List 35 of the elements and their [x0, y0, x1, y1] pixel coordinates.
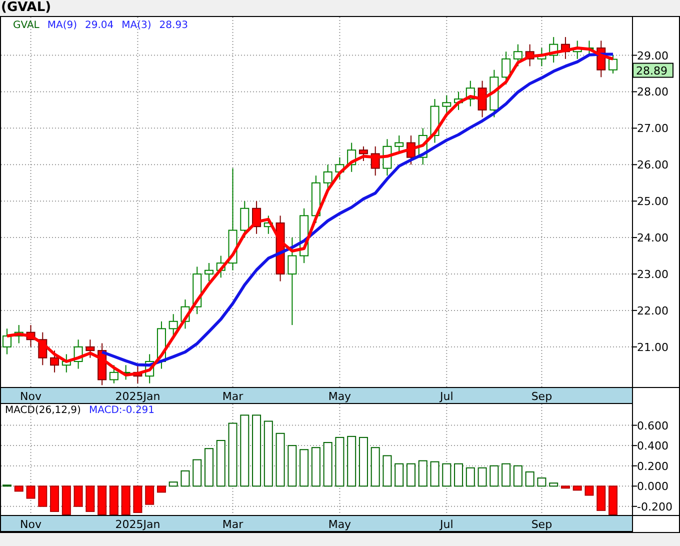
month-label: Jul [440, 518, 454, 531]
axis-label: -0.200 [637, 500, 672, 514]
axis-label: 28.00 [637, 86, 668, 99]
legend-value: 28.93 [159, 20, 188, 31]
ticker-label: GVAL [13, 20, 40, 31]
chart-title: (GVAL) [0, 0, 52, 16]
axis-label: 26.00 [637, 158, 668, 172]
axis-label: 29.00 [637, 49, 668, 62]
month-label: May [328, 518, 352, 531]
month-label: Nov [20, 518, 42, 531]
month-label: Sep [531, 390, 552, 403]
month-label: Mar [222, 518, 244, 531]
legend-value: 29.04 [85, 20, 114, 31]
axis-label: 23.00 [637, 268, 668, 281]
axis-label: 25.00 [637, 195, 668, 208]
legend-label: MA(3) [122, 20, 152, 31]
month-label: May [328, 390, 352, 403]
month-label: Sep [531, 518, 552, 531]
axis-label: 22.00 [637, 304, 668, 318]
axis-label: 0.600 [637, 419, 668, 432]
legend-value: MACD:-0.291 [88, 405, 155, 416]
axis-label: 24.00 [637, 232, 668, 245]
month-label: 2025Jan [115, 518, 160, 531]
month-label: 2025Jan [115, 390, 160, 403]
legend-label: MACD(26,12,9) [5, 405, 81, 416]
month-label: Mar [222, 390, 244, 403]
axis-label: 0.000 [637, 480, 668, 494]
axis-label: 21.00 [637, 340, 668, 354]
axis-label: 0.200 [637, 460, 668, 473]
legend-label: MA(9) [47, 20, 78, 31]
month-label: Nov [20, 390, 42, 403]
axis-label: 0.400 [637, 440, 668, 453]
axis-label: 27.00 [637, 122, 668, 136]
month-label: Jul [440, 390, 454, 403]
last-price-tag: 28.89 [632, 62, 674, 78]
